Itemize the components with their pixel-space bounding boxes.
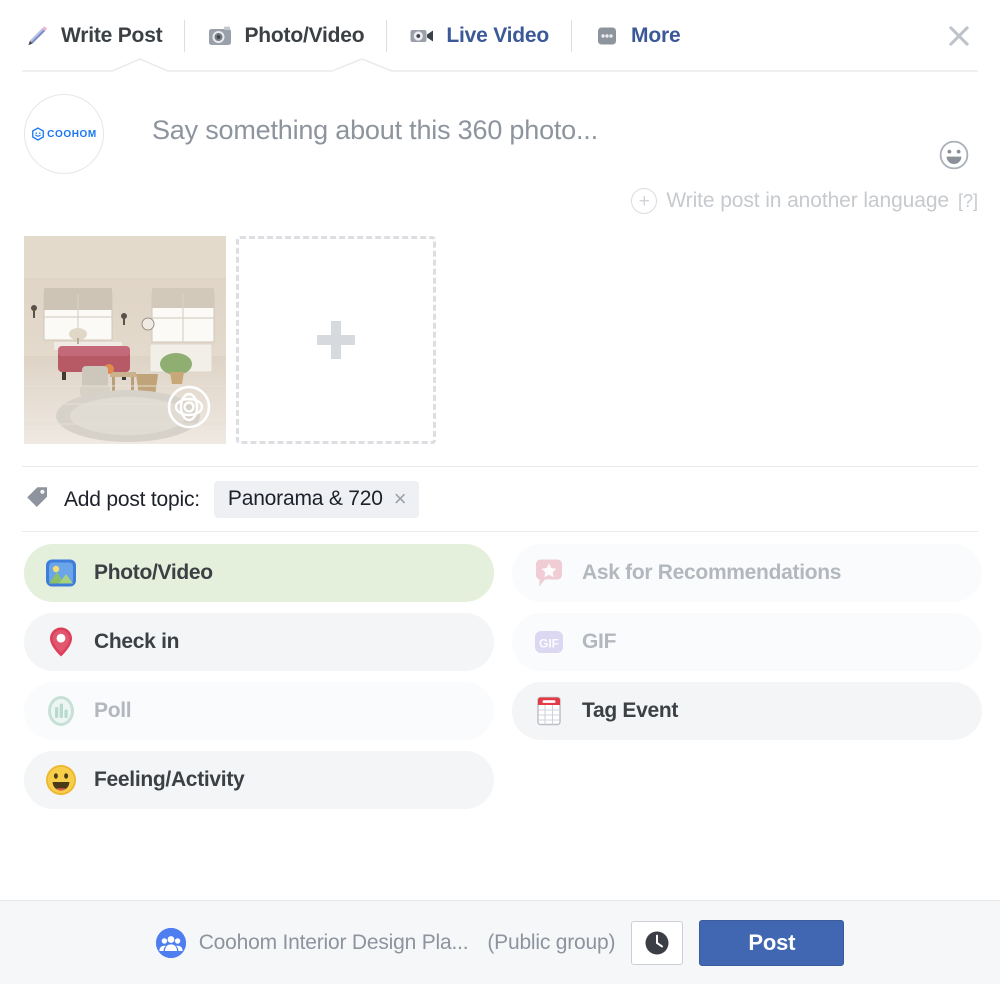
option-label: Check in (94, 630, 180, 653)
location-pin-icon (44, 625, 78, 659)
emoji-smiley-icon (939, 140, 969, 170)
status-input-row: COOHOM Say something about this 360 phot… (0, 72, 1000, 174)
post-topic-chip-label: Panorama & 720 (227, 487, 383, 510)
help-link[interactable]: [?] (958, 191, 978, 212)
coohom-logo: COOHOM (31, 127, 97, 141)
post-topic-label: Add post topic: (64, 487, 200, 511)
coohom-mark-icon (32, 127, 45, 141)
calendar-icon (532, 694, 566, 728)
option-poll[interactable]: Poll (24, 682, 494, 740)
option-label: GIF (582, 630, 617, 653)
option-gif[interactable]: GIF GIF (512, 613, 982, 671)
option-label: Feeling/Activity (94, 768, 245, 791)
option-label: Tag Event (582, 699, 679, 722)
group-privacy: (Public group) (487, 930, 616, 954)
gif-icon: GIF (532, 625, 566, 659)
audience-selector[interactable]: Coohom Interior Design Pla... (Public gr… (155, 927, 616, 958)
tag-icon (24, 484, 50, 515)
emoji-picker-button[interactable] (939, 140, 969, 170)
option-label: Photo/Video (94, 561, 213, 584)
ellipsis-icon (594, 23, 620, 49)
post-button[interactable]: Post (699, 919, 845, 966)
photo-thumbnail[interactable] (24, 236, 226, 444)
feeling-smiley-icon (44, 763, 78, 797)
composer-tabbar: Write Post Photo/Video Live Video More (0, 0, 1000, 72)
tab-more[interactable]: More (594, 8, 702, 64)
tab-divider (184, 20, 186, 52)
coohom-logo-text: COOHOM (47, 128, 97, 140)
tab-label: More (631, 24, 681, 47)
option-feeling-activity[interactable]: Feeling/Activity (24, 751, 494, 809)
post-textarea-placeholder[interactable]: Say something about this 360 photo... (152, 94, 978, 146)
live-video-icon (409, 23, 435, 49)
composer-body: COOHOM Say something about this 360 phot… (0, 72, 1000, 900)
tab-live-video[interactable]: Live Video (409, 8, 571, 64)
photo-360-badge-icon (166, 384, 212, 430)
tab-write-post[interactable]: Write Post (24, 8, 184, 64)
schedule-post-button[interactable] (631, 920, 684, 965)
post-topic-chip[interactable]: Panorama & 720 × (213, 481, 419, 518)
plus-circle-icon[interactable]: + (631, 188, 658, 214)
close-icon (949, 26, 969, 46)
another-language-row[interactable]: + Write post in another language [?] (0, 174, 1000, 214)
tab-label: Photo/Video (244, 24, 365, 47)
group-avatar-icon (155, 927, 186, 958)
svg-text:GIF: GIF (539, 636, 559, 650)
post-topic-row: Add post topic: Panorama & 720 × (0, 467, 1000, 531)
avatar: COOHOM (24, 94, 104, 174)
option-label: Ask for Recommendations (582, 561, 842, 584)
tab-label: Write Post (61, 24, 163, 47)
plus-icon (317, 321, 355, 359)
option-label: Poll (94, 699, 132, 722)
composer-footer: Coohom Interior Design Pla... (Public gr… (0, 900, 1000, 984)
tab-label: Live Video (446, 24, 550, 47)
post-options-grid: Photo/Video Check in Poll Feeling/Activi… (0, 532, 1000, 809)
add-photo-button[interactable] (236, 236, 436, 444)
option-check-in[interactable]: Check in (24, 613, 494, 671)
post-composer-dialog: Write Post Photo/Video Live Video More C… (0, 0, 1000, 984)
photo-video-icon (44, 556, 78, 590)
clock-icon (645, 931, 669, 954)
group-name: Coohom Interior Design Pla... (198, 930, 469, 954)
option-tag-event[interactable]: Tag Event (512, 682, 982, 740)
remove-topic-icon[interactable]: × (394, 488, 407, 510)
camera-icon (207, 23, 233, 49)
recommendation-icon (532, 556, 566, 590)
pencil-icon (24, 23, 50, 49)
another-language-label[interactable]: Write post in another language (666, 189, 949, 213)
post-text-area[interactable]: Say something about this 360 photo... (104, 94, 978, 174)
tab-divider (386, 20, 388, 52)
tab-photo-video[interactable]: Photo/Video (207, 8, 386, 64)
option-ask-for-recommendations[interactable]: Ask for Recommendations (512, 544, 982, 602)
close-button[interactable] (940, 17, 978, 55)
attachment-tray (0, 214, 1000, 444)
option-photo-video[interactable]: Photo/Video (24, 544, 494, 602)
poll-icon (44, 694, 78, 728)
tab-divider (571, 20, 573, 52)
